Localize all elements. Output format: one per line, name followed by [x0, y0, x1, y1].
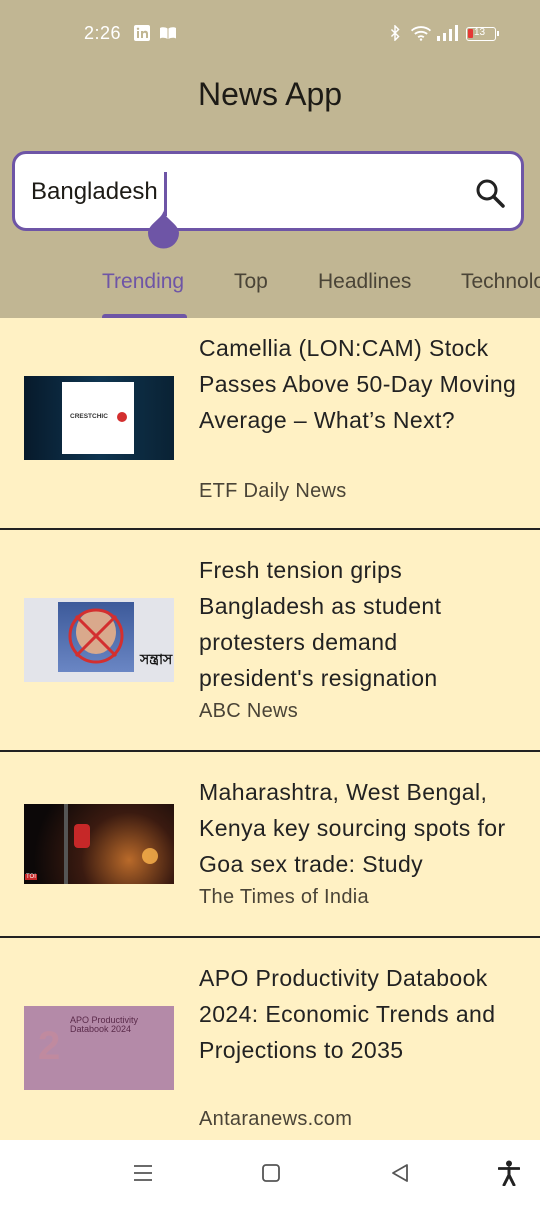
search-input[interactable]: Bangladesh — [12, 151, 524, 231]
article-title[interactable]: Fresh tension grips Bangladesh as studen… — [199, 552, 519, 696]
book-icon — [160, 27, 176, 39]
article-title[interactable]: APO Productivity Databook 2024: Economic… — [199, 960, 519, 1068]
tab-trending[interactable]: Trending — [102, 270, 184, 294]
tab-technology[interactable]: Technolo — [461, 270, 540, 294]
article-thumbnail: সন্ত্রাস — [24, 598, 174, 682]
article-source: ETF Daily News — [199, 480, 347, 502]
search-input-value: Bangladesh — [31, 178, 158, 205]
article-title[interactable]: Maharashtra, West Bengal, Kenya key sour… — [199, 774, 519, 882]
thumb-text: সন্ত্রাস — [140, 651, 173, 667]
home-square-icon[interactable] — [262, 1164, 280, 1182]
signal-icon — [437, 25, 458, 41]
list-item[interactable]: TOI Maharashtra, West Bengal, Kenya key … — [0, 752, 540, 938]
battery-level: 13 — [474, 27, 486, 38]
list-item[interactable]: 2 APO Productivity Databook 2024 APO Pro… — [0, 938, 540, 1148]
thumb-badge: TOI — [25, 874, 37, 880]
cross-mark — [68, 608, 124, 664]
article-source: Antaranews.com — [199, 1108, 353, 1130]
article-source: ABC News — [199, 700, 299, 722]
list-item[interactable]: CRESTCHIC Camellia (LON:CAM) Stock Passe… — [0, 318, 540, 530]
tab-headlines[interactable]: Headlines — [318, 270, 411, 294]
crestchic-logo: CRESTCHIC — [62, 382, 134, 454]
article-thumbnail: TOI — [24, 804, 174, 884]
article-thumbnail: CRESTCHIC — [24, 376, 174, 460]
accessibility-icon[interactable] — [498, 1160, 520, 1186]
app-header: 2:26 13 News App Bangladesh Trending Top… — [0, 0, 540, 318]
article-thumbnail: 2 APO Productivity Databook 2024 — [24, 1006, 174, 1090]
menu-icon[interactable] — [133, 1164, 153, 1182]
linkedin-icon — [134, 25, 150, 41]
app-title: News App — [197, 76, 343, 112]
search-icon[interactable] — [473, 176, 507, 210]
cursor-handle[interactable] — [146, 210, 181, 250]
system-nav-bar — [0, 1140, 540, 1206]
back-triangle-icon[interactable] — [390, 1163, 410, 1183]
article-source: The Times of India — [199, 886, 369, 908]
battery-icon: 13 — [466, 27, 499, 41]
tab-top[interactable]: Top — [234, 270, 268, 294]
thumb-text: APO Productivity Databook 2024 — [70, 1015, 139, 1034]
thumb-logo-text: CRESTCHIC — [70, 413, 108, 420]
article-title[interactable]: Camellia (LON:CAM) Stock Passes Above 50… — [199, 330, 519, 438]
list-item[interactable]: সন্ত্রাস Fresh tension grips Bangladesh … — [0, 530, 540, 752]
wifi-icon — [410, 26, 432, 41]
bluetooth-icon — [390, 25, 400, 41]
status-time: 2:26 — [84, 23, 122, 43]
